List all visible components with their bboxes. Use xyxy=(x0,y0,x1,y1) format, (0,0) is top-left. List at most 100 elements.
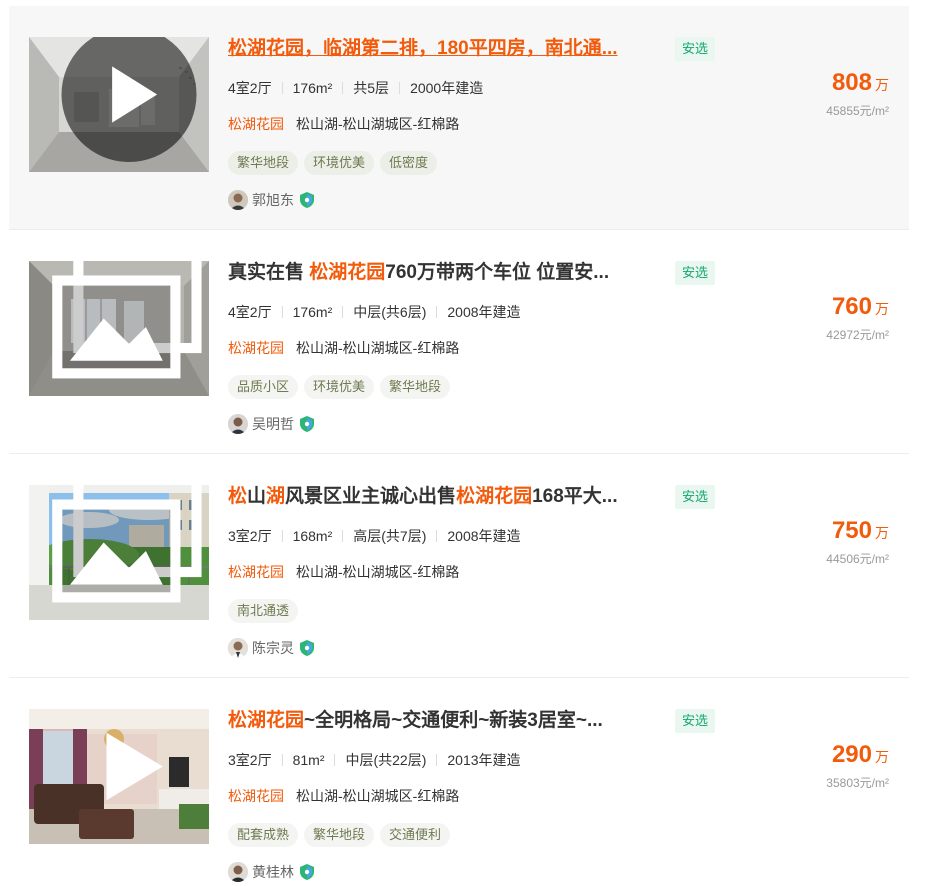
floor: 高层(共7层) xyxy=(353,528,427,544)
tag-list: 南北通透 xyxy=(228,599,304,623)
title-text: 760万带两个车位 位置安... xyxy=(385,262,610,283)
agent-info[interactable]: 陈宗灵 xyxy=(228,638,314,658)
address: 松湖花园 松山湖-松山湖城区-红棉路 xyxy=(228,115,459,133)
feature-tag: 低密度 xyxy=(380,151,438,175)
feature-tag: 南北通透 xyxy=(228,599,299,623)
feature-tag: 环境优美 xyxy=(304,375,375,399)
price-block: 290 万 35803元/m² xyxy=(826,740,889,791)
community-link[interactable]: 松湖花园 xyxy=(228,788,284,804)
listing-list: 松湖花园，临湖第二排，180平四房，南北通... 安选 4室2厅 176m² 共5层… xyxy=(9,6,909,886)
title-text: 风景区业主诚心出售 xyxy=(285,486,457,507)
tag-list: 品质小区 环境优美 繁华地段 xyxy=(228,375,456,399)
layout: 3室2厅 xyxy=(228,752,272,768)
price-block: 750 万 44506元/m² xyxy=(826,516,889,567)
price-unit-wan: 万 xyxy=(875,525,889,541)
listing-card[interactable]: 松湖花园，临湖第二排，180平四房，南北通... 安选 4室2厅 176m² 共5层… xyxy=(9,6,909,230)
listing-card[interactable]: 真实在售 松湖花园760万带两个车位 位置安... 安选 4室2厅 176m² 中层… xyxy=(9,230,909,454)
region-text: 松山湖-松山湖城区-红棉路 xyxy=(296,564,460,580)
community-link[interactable]: 松湖花园 xyxy=(228,564,284,580)
agent-info[interactable]: 吴明哲 xyxy=(228,414,314,434)
agent-name[interactable]: 郭旭东 xyxy=(252,192,294,208)
verified-shield-icon xyxy=(300,864,314,885)
avatar[interactable] xyxy=(228,638,248,658)
listing-photo[interactable] xyxy=(29,37,209,172)
title-keyword-highlight: 松湖花园 xyxy=(309,262,386,283)
total-price: 808 xyxy=(831,69,872,96)
agent-name[interactable]: 吴明哲 xyxy=(252,416,294,432)
floor: 中层(共22层) xyxy=(345,752,427,768)
price-block: 760 万 42972元/m² xyxy=(826,292,889,343)
layout: 4室2厅 xyxy=(228,80,272,96)
house-info: 4室2厅 176m² 中层(共6层) 2008年建造 xyxy=(228,303,521,321)
listing-photo[interactable] xyxy=(29,709,209,844)
listing-photo[interactable] xyxy=(29,261,209,396)
listing-card[interactable]: 松湖花园~全明格局~交通便利~新装3居室~... 安选 3室2厅 81m² 中层(共… xyxy=(9,678,909,886)
total-price: 750 xyxy=(831,517,872,544)
play-icon[interactable] xyxy=(39,37,209,162)
price-unit-wan: 万 xyxy=(875,77,889,93)
area: 176m² xyxy=(292,80,333,96)
title-text: 松湖花园，临湖第二排，180平四房，南北通... xyxy=(228,38,618,59)
house-info: 4室2厅 176m² 共5层 2000年建造 xyxy=(228,79,483,97)
floor: 共5层 xyxy=(353,80,390,96)
address: 松湖花园 松山湖-松山湖城区-红棉路 xyxy=(228,787,459,805)
price-unit-wan: 万 xyxy=(875,301,889,317)
title-keyword-highlight: 松湖花园 xyxy=(228,710,305,731)
layout: 4室2厅 xyxy=(228,304,272,320)
listing-title[interactable]: 真实在售 松湖花园760万带两个车位 位置安... xyxy=(228,260,658,286)
listing-title[interactable]: 松湖花园，临湖第二排，180平四房，南北通... xyxy=(228,36,658,62)
unit-price: 45855元/m² xyxy=(826,104,889,118)
address: 松湖花园 松山湖-松山湖城区-红棉路 xyxy=(228,563,459,581)
feature-tag: 交通便利 xyxy=(380,823,451,847)
price-block: 808 万 45855元/m² xyxy=(826,68,889,119)
title-text: ~全明格局~交通便利~新装3居室~... xyxy=(304,710,603,731)
area: 81m² xyxy=(292,752,325,768)
avatar[interactable] xyxy=(228,414,248,434)
floor: 中层(共6层) xyxy=(353,304,427,320)
feature-tag: 繁华地段 xyxy=(380,375,451,399)
play-icon[interactable] xyxy=(39,709,209,834)
avatar[interactable] xyxy=(228,190,248,210)
agent-name[interactable]: 陈宗灵 xyxy=(252,640,294,656)
listing-title[interactable]: 松湖花园~全明格局~交通便利~新装3居室~... xyxy=(228,708,658,734)
build-year: 2008年建造 xyxy=(447,528,521,544)
house-info: 3室2厅 168m² 高层(共7层) 2008年建造 xyxy=(228,527,521,545)
listing-title[interactable]: 松山湖风景区业主诚心出售松湖花园168平大... xyxy=(228,484,658,510)
anxuan-badge: 安选 xyxy=(675,485,716,509)
gallery-icon[interactable] xyxy=(39,261,209,386)
title-keyword-highlight: 湖 xyxy=(266,486,286,507)
verified-shield-icon xyxy=(300,192,314,213)
region-text: 松山湖-松山湖城区-红棉路 xyxy=(296,788,460,804)
tag-list: 繁华地段 环境优美 低密度 xyxy=(228,151,443,175)
agent-info[interactable]: 黄桂林 xyxy=(228,862,314,882)
agent-info[interactable]: 郭旭东 xyxy=(228,190,314,210)
anxuan-badge: 安选 xyxy=(675,709,716,733)
feature-tag: 环境优美 xyxy=(304,151,375,175)
house-info: 3室2厅 81m² 中层(共22层) 2013年建造 xyxy=(228,751,521,769)
verified-shield-icon xyxy=(300,640,314,661)
title-keyword-highlight: 松湖花园 xyxy=(456,486,533,507)
listing-card[interactable]: 松山湖风景区业主诚心出售松湖花园168平大... 安选 3室2厅 168m² 高层(… xyxy=(9,454,909,678)
community-link[interactable]: 松湖花园 xyxy=(228,116,284,132)
agent-name[interactable]: 黄桂林 xyxy=(252,864,294,880)
anxuan-badge: 安选 xyxy=(675,261,716,285)
gallery-icon[interactable] xyxy=(39,485,209,610)
anxuan-badge: 安选 xyxy=(675,37,716,61)
build-year: 2008年建造 xyxy=(447,304,521,320)
area: 168m² xyxy=(292,528,333,544)
total-price: 290 xyxy=(831,741,872,768)
layout: 3室2厅 xyxy=(228,528,272,544)
feature-tag: 繁华地段 xyxy=(304,823,375,847)
unit-price: 35803元/m² xyxy=(826,776,889,790)
listing-photo[interactable] xyxy=(29,485,209,620)
unit-price: 44506元/m² xyxy=(826,552,889,566)
price-unit-wan: 万 xyxy=(875,749,889,765)
total-price: 760 xyxy=(831,293,872,320)
region-text: 松山湖-松山湖城区-红棉路 xyxy=(296,340,460,356)
title-text: 山 xyxy=(247,486,267,507)
avatar[interactable] xyxy=(228,862,248,882)
tag-list: 配套成熟 繁华地段 交通便利 xyxy=(228,823,456,847)
region-text: 松山湖-松山湖城区-红棉路 xyxy=(296,116,460,132)
verified-shield-icon xyxy=(300,416,314,437)
community-link[interactable]: 松湖花园 xyxy=(228,340,284,356)
